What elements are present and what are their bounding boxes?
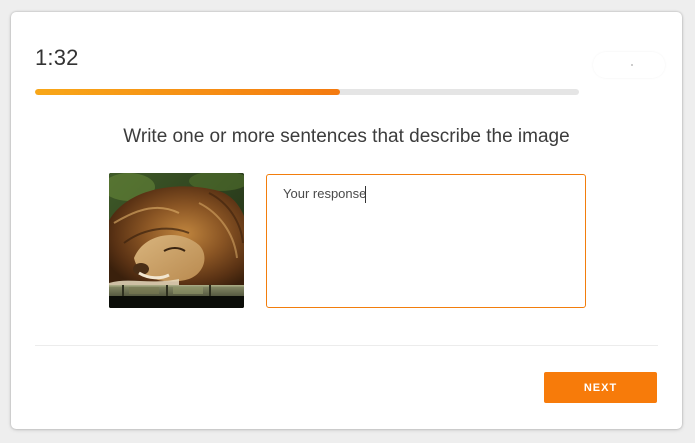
progress-bar — [35, 89, 579, 95]
lion-photo — [109, 173, 244, 308]
response-textarea[interactable] — [267, 175, 585, 307]
options-button[interactable] — [593, 52, 665, 78]
question-card: 1:32 Write one or more sentences that de… — [11, 12, 682, 429]
next-button[interactable]: NEXT — [544, 372, 657, 403]
countdown-timer: 1:32 — [35, 45, 79, 70]
footer-divider — [35, 345, 658, 346]
question-image — [109, 173, 244, 308]
menu-dots-icon — [631, 64, 633, 66]
question-prompt: Write one or more sentences that describ… — [123, 126, 570, 147]
response-box — [266, 174, 586, 308]
text-cursor — [365, 186, 366, 203]
progress-fill — [35, 89, 340, 95]
